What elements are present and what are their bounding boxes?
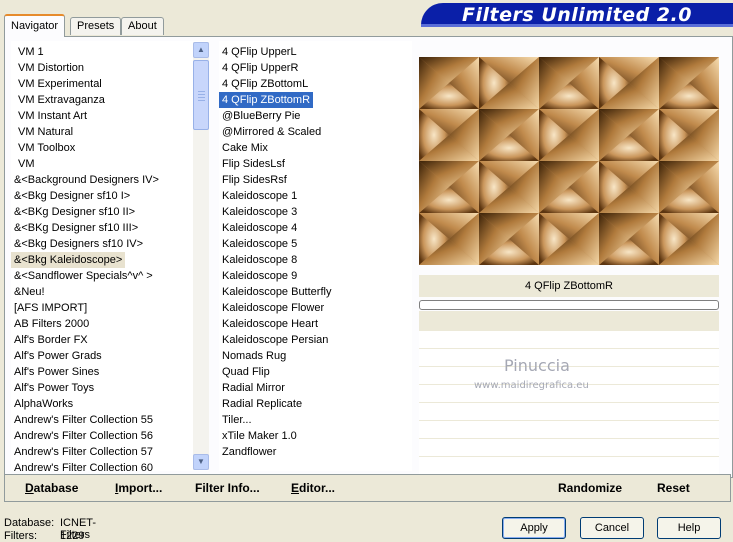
parameter-area: Pinuccia www.maidiregrafica.eu: [419, 330, 719, 475]
filter-item[interactable]: Nomads Rug: [219, 348, 289, 364]
watermark-name: Pinuccia: [504, 356, 570, 375]
param-header: [419, 311, 719, 330]
category-item[interactable]: &<Sandflower Specials^v^ >: [11, 268, 156, 284]
filter-item[interactable]: 4 QFlip ZBottomL: [219, 76, 311, 92]
scroll-thumb[interactable]: [193, 60, 209, 130]
category-item[interactable]: &Neu!: [11, 284, 48, 300]
category-item[interactable]: &<BKg Designer sf10 II>: [11, 204, 138, 220]
action-bar: Database Import... Filter Info... Editor…: [4, 474, 731, 502]
filters-label: Filters:: [4, 530, 37, 542]
filter-item[interactable]: 4 QFlip UpperL: [219, 44, 300, 60]
category-item[interactable]: VM Distortion: [11, 60, 87, 76]
filters-count: 1229: [60, 530, 85, 542]
tab-presets[interactable]: Presets: [70, 17, 122, 35]
category-item[interactable]: &<BKg Designer sf10 III>: [11, 220, 141, 236]
navigator-panel: VM 1 VM Distortion VM Experimental VM Extra…: [4, 36, 733, 478]
filter-item[interactable]: Radial Mirror: [219, 380, 288, 396]
filter-item[interactable]: Kaleidoscope Flower: [219, 300, 327, 316]
filter-item[interactable]: 4 QFlip UpperR: [219, 60, 301, 76]
apply-button[interactable]: Apply: [502, 517, 566, 539]
category-item[interactable]: Alf's Power Toys: [11, 380, 97, 396]
filter-item[interactable]: Quad Flip: [219, 364, 273, 380]
category-item[interactable]: VM Experimental: [11, 76, 105, 92]
category-item[interactable]: VM Instant Art: [11, 108, 90, 124]
category-item[interactable]: &<Bkg Kaleidoscope>: [11, 252, 126, 268]
category-scrollbar[interactable]: ▲ ▼: [193, 42, 209, 470]
category-item[interactable]: Andrew's Filter Collection 56: [11, 428, 156, 444]
database-status: Database: ICNET-Filters: [4, 517, 96, 541]
kaleidoscope-preview: [419, 57, 719, 265]
progress-bar: [419, 300, 719, 310]
filters-status: Filters: 1229: [4, 530, 84, 542]
category-item[interactable]: VM Natural: [11, 124, 76, 140]
filter-info-button[interactable]: Filter Info...: [195, 481, 260, 495]
app-title: Filters Unlimited 2.0: [462, 4, 692, 26]
category-item[interactable]: AB Filters 2000: [11, 316, 92, 332]
category-item[interactable]: VM Extravaganza: [11, 92, 108, 108]
help-button[interactable]: Help: [657, 517, 721, 539]
selected-filter-name: 4 QFlip ZBottomR: [419, 275, 719, 297]
tab-navigator[interactable]: Navigator: [4, 14, 66, 37]
filter-item[interactable]: Kaleidoscope 1: [219, 188, 300, 204]
scroll-down-button[interactable]: ▼: [193, 454, 209, 470]
import-button[interactable]: Import...: [115, 481, 162, 495]
scroll-up-button[interactable]: ▲: [193, 42, 209, 58]
filter-item[interactable]: Radial Replicate: [219, 396, 305, 412]
cancel-button[interactable]: Cancel: [580, 517, 644, 539]
editor-button[interactable]: Editor...: [291, 481, 335, 495]
category-item[interactable]: VM Toolbox: [11, 140, 78, 156]
filter-item[interactable]: Flip SidesRsf: [219, 172, 290, 188]
category-item[interactable]: &<Bkg Designers sf10 IV>: [11, 236, 146, 252]
category-list[interactable]: VM 1 VM Distortion VM Experimental VM Extra…: [11, 41, 209, 471]
filter-item[interactable]: Kaleidoscope 4: [219, 220, 300, 236]
filter-item[interactable]: @Mirrored & Scaled: [219, 124, 324, 140]
randomize-button[interactable]: Randomize: [558, 481, 622, 495]
filter-item[interactable]: Flip SidesLsf: [219, 156, 288, 172]
filter-item[interactable]: Kaleidoscope 5: [219, 236, 300, 252]
filter-item[interactable]: 4 QFlip ZBottomR: [219, 91, 315, 109]
filter-item[interactable]: Kaleidoscope Heart: [219, 316, 321, 332]
category-item[interactable]: VM: [11, 156, 38, 172]
filter-item[interactable]: Kaleidoscope Butterfly: [219, 284, 334, 300]
category-item[interactable]: Andrew's Filter Collection 55: [11, 412, 156, 428]
category-item[interactable]: VM 1: [11, 44, 47, 60]
filter-item[interactable]: Kaleidoscope 8: [219, 252, 300, 268]
watermark-url: www.maidiregrafica.eu: [474, 380, 589, 391]
category-item[interactable]: Alf's Power Sines: [11, 364, 102, 380]
filter-item[interactable]: Tiler...: [219, 412, 255, 428]
category-item[interactable]: Andrew's Filter Collection 57: [11, 444, 156, 460]
reset-button[interactable]: Reset: [657, 481, 690, 495]
filter-list[interactable]: 4 QFlip UpperL 4 QFlip UpperR 4 QFlip ZBot…: [219, 41, 412, 471]
category-item[interactable]: &<Background Designers IV>: [11, 172, 162, 188]
category-item[interactable]: Andrew's Filter Collection 60: [11, 460, 156, 471]
preview-image: [419, 57, 719, 265]
database-button[interactable]: Database: [25, 481, 78, 495]
filter-item[interactable]: xTile Maker 1.0: [219, 428, 300, 444]
category-item[interactable]: Alf's Border FX: [11, 332, 91, 348]
title-banner: Filters Unlimited 2.0: [421, 3, 733, 27]
tab-about[interactable]: About: [121, 17, 164, 35]
category-item[interactable]: AlphaWorks: [11, 396, 76, 412]
category-item[interactable]: [AFS IMPORT]: [11, 300, 90, 316]
filter-item[interactable]: Cake Mix: [219, 140, 271, 156]
category-item[interactable]: Alf's Power Grads: [11, 348, 105, 364]
category-item[interactable]: &<Bkg Designer sf10 I>: [11, 188, 133, 204]
filter-item[interactable]: Zandflower: [219, 444, 279, 460]
filter-item[interactable]: @BlueBerry Pie: [219, 108, 303, 124]
database-label: Database:: [4, 517, 55, 529]
filter-item[interactable]: Kaleidoscope Persian: [219, 332, 331, 348]
filter-item[interactable]: Kaleidoscope 3: [219, 204, 300, 220]
filter-item[interactable]: Kaleidoscope 9: [219, 268, 300, 284]
